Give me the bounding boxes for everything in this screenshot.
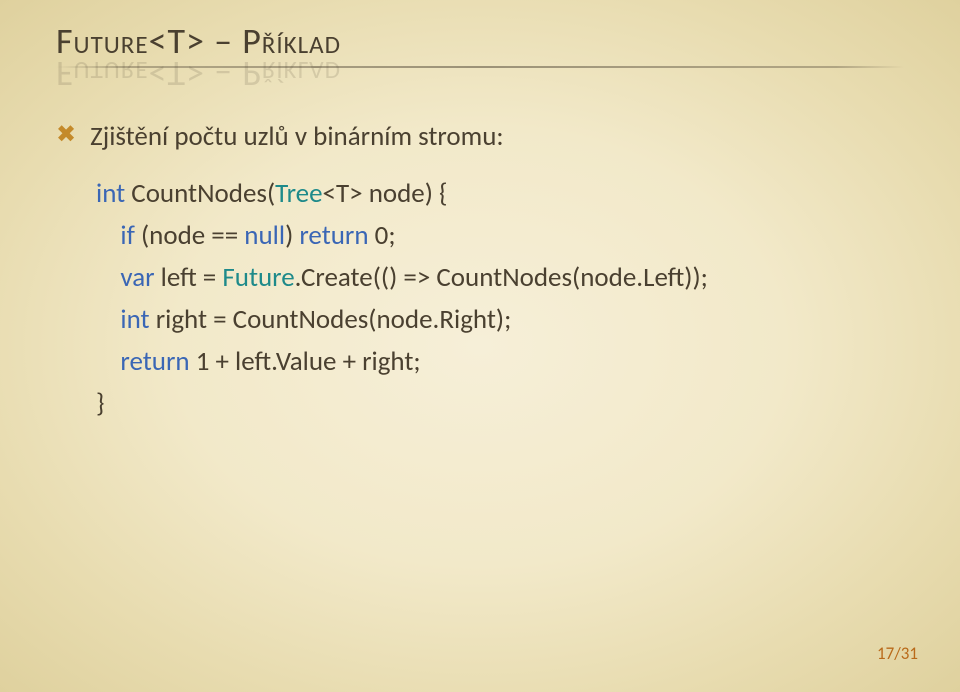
code-kw-int: int — [120, 303, 149, 336]
code-text: left = — [155, 261, 223, 294]
code-text: 0; — [369, 219, 396, 252]
code-kw-return: return — [120, 345, 189, 378]
code-text: (node == — [135, 219, 244, 252]
code-text: ) — [285, 219, 299, 252]
slide: Future<T> – Příklad Future<T> – Příklad … — [0, 0, 960, 692]
page-number: 17/31 — [877, 643, 918, 664]
bullet-item: ✖ Zjištění počtu uzlů v binárním stromu: — [56, 116, 904, 158]
title-divider — [56, 66, 904, 68]
code-kw-return: return — [299, 219, 368, 252]
code-class-future: Future — [222, 261, 294, 294]
code-block: int CountNodes(Tree<T> node) { if (node … — [96, 173, 904, 424]
slide-title: Future<T> – Příklad — [56, 22, 904, 62]
code-kw-if: if — [120, 219, 134, 252]
code-text: .Create(() => CountNodes(node.Left)); — [295, 261, 708, 294]
code-kw-null: null — [244, 219, 285, 252]
code-text: <T> node) { — [323, 177, 448, 210]
code-text: } — [96, 387, 105, 420]
code-kw-var: var — [120, 261, 154, 294]
code-text: CountNodes( — [125, 177, 275, 210]
code-text: right = CountNodes(node.Right); — [150, 303, 512, 336]
code-kw-int: int — [96, 177, 125, 210]
bullet-icon: ✖ — [56, 116, 76, 154]
title-block: Future<T> – Příklad Future<T> – Příklad — [56, 22, 904, 68]
code-text: 1 + left.Value + right; — [190, 345, 421, 378]
code-class-tree: Tree — [275, 177, 322, 210]
slide-body: ✖ Zjištění počtu uzlů v binárním stromu:… — [56, 116, 904, 425]
bullet-text: Zjištění počtu uzlů v binárním stromu: — [90, 116, 504, 158]
